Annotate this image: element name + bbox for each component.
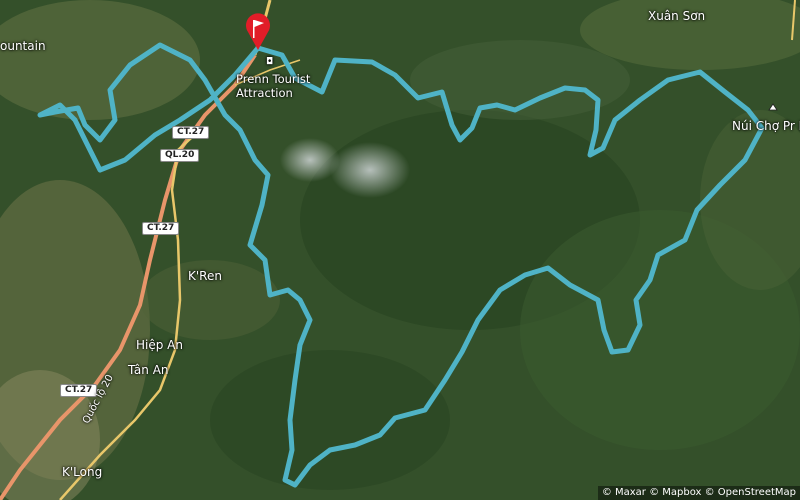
attraction-label: Prenn Tourist Attraction xyxy=(236,72,311,100)
place-label-tan-an: Tân An xyxy=(128,363,169,377)
place-label-mountain: ountain xyxy=(0,39,46,53)
camera-icon: ◘ xyxy=(266,57,274,67)
map-attribution[interactable]: © Maxar © Mapbox © OpenStreetMap xyxy=(597,486,800,500)
map-canvas[interactable] xyxy=(0,0,800,500)
map-view[interactable]: Xuân Sơn ountain Núi Chợ Pr Li K'Ren Hiệ… xyxy=(0,0,800,500)
road-shield-ct27: CT.27 xyxy=(60,384,98,397)
place-label-k-long: K'Long xyxy=(62,465,103,479)
road-shield-ct27: CT.27 xyxy=(172,126,210,139)
place-label-xuan-son: Xuân Sơn xyxy=(648,9,706,23)
road-shield-ct27: CT.27 xyxy=(142,222,180,235)
place-label-nui-cho-pr-li: Núi Chợ Pr Li xyxy=(732,119,800,133)
place-label-k-ren: K'Ren xyxy=(188,269,222,283)
road-shield-ql20: QL.20 xyxy=(160,149,200,162)
place-label-hiep-an: Hiệp An xyxy=(136,338,183,352)
